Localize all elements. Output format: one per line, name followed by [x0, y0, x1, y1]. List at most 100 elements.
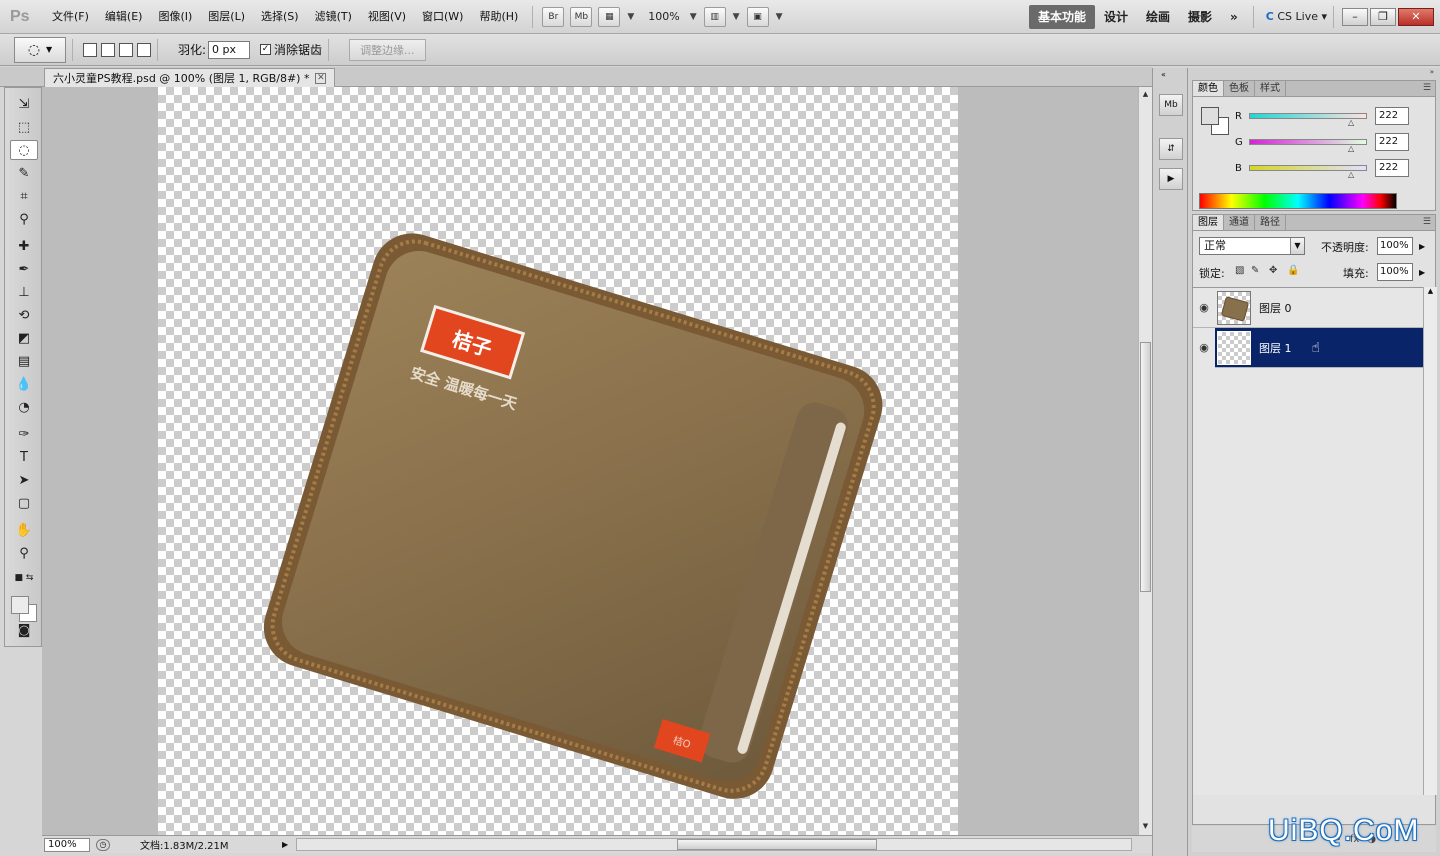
refine-edge-button[interactable]: 调整边缘... [349, 38, 426, 61]
horizontal-scrollbar[interactable] [296, 838, 1132, 851]
chevron-right-icon[interactable]: ▶ [1419, 268, 1425, 277]
zoom-field[interactable]: 100% [44, 837, 90, 852]
scroll-down-icon[interactable]: ▼ [1139, 819, 1152, 833]
blue-value[interactable]: 222 [1375, 159, 1409, 177]
gradient-tool-icon[interactable]: ▤ [10, 351, 38, 371]
restore-button[interactable]: ❐ [1370, 7, 1396, 26]
lock-transparency-icon[interactable]: ▧ [1235, 265, 1244, 276]
red-value[interactable]: 222 [1375, 107, 1409, 125]
crop-tool-icon[interactable]: ⌗ [10, 186, 38, 206]
workspace-painting[interactable]: 绘画 [1137, 5, 1179, 29]
tab-styles[interactable]: 样式 [1255, 81, 1286, 96]
panel-menu-icon[interactable]: ☰ [1423, 81, 1435, 96]
quick-selection-tool-icon[interactable]: ✎ [10, 163, 38, 183]
menu-window[interactable]: 窗口(W) [414, 0, 471, 34]
intersect-selection-icon[interactable] [137, 42, 151, 57]
type-tool-icon[interactable]: T [10, 447, 38, 467]
workspace-more[interactable]: » [1221, 5, 1247, 29]
swap-colors-icon[interactable]: ■ ⇆ [10, 568, 38, 588]
menu-image[interactable]: 图像(I) [150, 0, 200, 34]
zoom-level[interactable]: 100% [648, 10, 679, 23]
slider-thumb-icon[interactable]: △ [1348, 170, 1354, 179]
slider-thumb-icon[interactable]: △ [1348, 118, 1354, 127]
screen-mode-button[interactable]: ▣ [746, 6, 769, 27]
foreground-color-swatch[interactable] [1201, 107, 1219, 125]
tab-paths[interactable]: 路径 [1255, 215, 1286, 230]
document-tab[interactable]: 六小灵童PS教程.psd @ 100% (图层 1, RGB/8#) * ✕ [44, 68, 336, 87]
lock-pixels-icon[interactable]: ✎ [1251, 265, 1259, 276]
scroll-up-icon[interactable]: ▲ [1139, 87, 1152, 101]
chevron-down-icon[interactable]: ▼ [1290, 238, 1304, 254]
menu-view[interactable]: 视图(V) [360, 0, 414, 34]
green-slider[interactable]: △ [1249, 139, 1367, 153]
shape-tool-icon[interactable]: ▢ [10, 493, 38, 513]
healing-brush-tool-icon[interactable]: ✚ [10, 236, 38, 256]
cs-live-button[interactable]: C CS Live ▾ [1266, 10, 1327, 23]
mini-bridge-icon[interactable]: Mb [1159, 94, 1183, 116]
slider-thumb-icon[interactable]: △ [1348, 144, 1354, 153]
chevron-down-icon[interactable]: ▼ [733, 12, 740, 22]
menu-filter[interactable]: 滤镜(T) [307, 0, 360, 34]
path-selection-tool-icon[interactable]: ➤ [10, 470, 38, 490]
chevron-down-icon[interactable]: ▼ [690, 12, 697, 22]
close-button[interactable]: ✕ [1398, 7, 1434, 26]
tool-preset-picker[interactable]: ◌ ▼ [14, 36, 66, 63]
arrange-documents-button[interactable]: ▥ [703, 6, 726, 27]
quick-mask-icon[interactable]: ◙ [10, 620, 38, 640]
opacity-input[interactable]: 100% [1377, 237, 1413, 255]
vertical-scrollbar[interactable]: ▲ ▼ [1138, 87, 1152, 835]
minimize-button[interactable]: – [1342, 7, 1368, 26]
chevron-down-icon[interactable]: ▼ [776, 12, 783, 22]
tab-color[interactable]: 颜色 [1193, 81, 1224, 96]
layer-row-selected[interactable]: ◉ 图层 1 ☝ [1193, 327, 1423, 368]
blur-tool-icon[interactable]: 💧 [10, 374, 38, 394]
blue-slider[interactable]: △ [1249, 165, 1367, 179]
feather-input[interactable]: 0 px [208, 40, 251, 59]
antialias-checkbox[interactable]: ✓ [260, 44, 272, 55]
tab-channels[interactable]: 通道 [1224, 215, 1255, 230]
subtract-selection-icon[interactable] [119, 42, 133, 57]
canvas-area[interactable]: 桔子 安全 温暖每一天 桔O [42, 87, 1138, 835]
document-canvas[interactable]: 桔子 安全 温暖每一天 桔O [158, 87, 958, 835]
clone-stamp-tool-icon[interactable]: ⊥ [10, 282, 38, 302]
collapse-icon[interactable]: » [1188, 68, 1440, 78]
bridge-button[interactable]: Br [542, 6, 565, 27]
eyedropper-tool-icon[interactable]: ⚲ [10, 209, 38, 229]
pen-tool-icon[interactable]: ✑ [10, 424, 38, 444]
tab-layers[interactable]: 图层 [1193, 215, 1224, 230]
menu-select[interactable]: 选择(S) [253, 0, 307, 34]
workspace-photography[interactable]: 摄影 [1179, 5, 1221, 29]
fill-input[interactable]: 100% [1377, 263, 1413, 281]
lock-position-icon[interactable]: ✥ [1269, 265, 1277, 276]
zoom-tool-icon[interactable]: ⚲ [10, 543, 38, 563]
new-selection-icon[interactable] [83, 42, 97, 57]
red-slider[interactable]: △ [1249, 113, 1367, 127]
status-icon[interactable]: ◷ [96, 838, 110, 851]
tab-swatches[interactable]: 色板 [1224, 81, 1255, 96]
history-icon[interactable]: ⇵ [1159, 138, 1183, 160]
workspace-design[interactable]: 设计 [1095, 5, 1137, 29]
chevron-right-icon[interactable]: ▶ [1419, 242, 1425, 251]
chevron-right-icon[interactable]: ▶ [282, 840, 288, 849]
menu-edit[interactable]: 编辑(E) [97, 0, 151, 34]
brush-tool-icon[interactable]: ✒ [10, 259, 38, 279]
close-icon[interactable]: ✕ [315, 72, 327, 84]
scrollbar-thumb[interactable] [1140, 342, 1151, 592]
marquee-tool-icon[interactable]: ⬚ [10, 117, 38, 137]
menu-help[interactable]: 帮助(H) [471, 0, 526, 34]
workspace-essentials[interactable]: 基本功能 [1028, 4, 1095, 29]
move-tool-icon[interactable]: ⇲ [10, 94, 38, 114]
dodge-tool-icon[interactable]: ◔ [10, 397, 38, 417]
layers-scrollbar[interactable]: ▲ [1423, 287, 1437, 795]
foreground-color-swatch[interactable] [11, 596, 29, 614]
color-spectrum[interactable] [1199, 193, 1397, 209]
color-swatches[interactable] [11, 596, 37, 622]
history-brush-tool-icon[interactable]: ⟲ [10, 305, 38, 325]
eye-icon[interactable]: ◉ [1193, 301, 1215, 314]
eye-icon[interactable]: ◉ [1193, 327, 1215, 368]
scrollbar-thumb[interactable] [677, 839, 877, 850]
menu-file[interactable]: 文件(F) [44, 0, 97, 34]
eraser-tool-icon[interactable]: ◩ [10, 328, 38, 348]
chevron-down-icon[interactable]: ▼ [627, 12, 634, 22]
menu-layer[interactable]: 图层(L) [200, 0, 253, 34]
